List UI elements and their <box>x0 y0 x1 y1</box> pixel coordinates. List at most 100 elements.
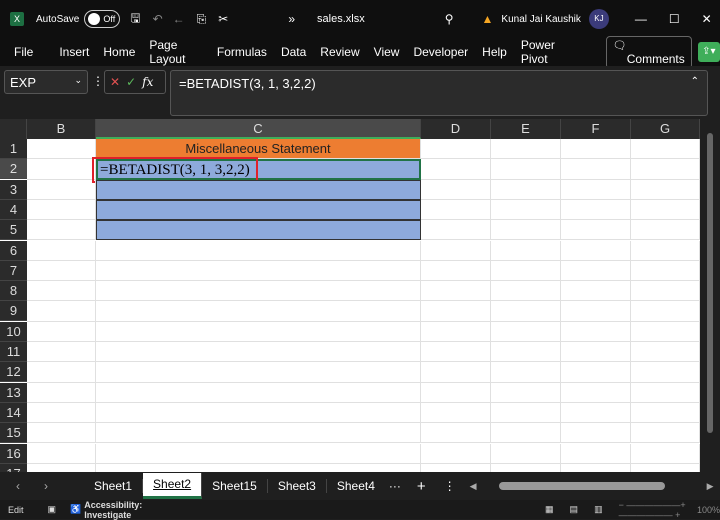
zoom-slider[interactable]: − ——————+—————— + <box>619 500 689 520</box>
back-icon[interactable]: ← <box>173 12 185 26</box>
cell-G12[interactable] <box>631 362 700 383</box>
cell-E13[interactable] <box>491 382 561 403</box>
cell-B10[interactable] <box>27 321 96 342</box>
cut-icon[interactable]: ✂ <box>218 12 228 26</box>
paste-icon[interactable]: ⎘ <box>197 12 207 27</box>
cell-D2[interactable] <box>421 159 491 180</box>
sheet-tab-sheet3[interactable]: Sheet3 <box>268 479 327 493</box>
cell-F9[interactable] <box>561 301 631 322</box>
more-sheets-icon[interactable]: ··· <box>389 479 401 493</box>
sheet-tab-sheet2[interactable]: Sheet2 <box>143 473 203 499</box>
cell-E1[interactable] <box>491 139 561 160</box>
cell-F11[interactable] <box>561 342 631 363</box>
cell-E2[interactable] <box>491 159 561 180</box>
cell-F17[interactable] <box>561 463 631 472</box>
cell-C15[interactable] <box>96 423 421 444</box>
cell-F8[interactable] <box>561 281 631 302</box>
sheet-tab-sheet1[interactable]: Sheet1 <box>84 479 144 493</box>
cell-C16[interactable] <box>96 443 421 464</box>
minimize-button[interactable]: — <box>635 12 647 26</box>
cell-F10[interactable] <box>561 321 631 342</box>
cell-E12[interactable] <box>491 362 561 383</box>
cell-E5[interactable] <box>491 220 561 241</box>
cell-D16[interactable] <box>421 443 491 464</box>
cell-D15[interactable] <box>421 423 491 444</box>
cell-E9[interactable] <box>491 301 561 322</box>
row-header-12[interactable]: 12 <box>0 362 27 383</box>
cell-D7[interactable] <box>421 260 491 282</box>
cell-D5[interactable] <box>421 220 491 241</box>
row-header-11[interactable]: 11 <box>0 342 27 362</box>
row-header-9[interactable]: 9 <box>0 301 27 322</box>
cell-C6[interactable] <box>96 240 421 261</box>
autosave-toggle[interactable]: Off <box>84 10 121 28</box>
cell-D17[interactable] <box>421 463 491 472</box>
cell-C5[interactable] <box>96 220 421 241</box>
horizontal-scrollbar[interactable]: ◀ ▶ <box>470 481 714 492</box>
cell-G16[interactable] <box>631 443 700 464</box>
comments-button[interactable]: 🗨 Comments <box>605 35 692 69</box>
tab-view[interactable]: View <box>374 45 400 59</box>
cell-C13[interactable] <box>96 382 421 403</box>
cell-E10[interactable] <box>491 321 561 342</box>
cell-B15[interactable] <box>27 423 96 444</box>
cell-D12[interactable] <box>421 362 491 383</box>
cell-G7[interactable] <box>631 260 700 282</box>
cell-E6[interactable] <box>491 240 561 261</box>
cell-D9[interactable] <box>421 301 491 322</box>
cell-C7[interactable] <box>96 260 421 282</box>
add-sheet-button[interactable]: + <box>417 478 426 495</box>
cell-F3[interactable] <box>561 179 631 200</box>
cell-B17[interactable] <box>27 463 96 472</box>
share-button[interactable]: ⇪▾ <box>697 42 720 62</box>
enter-icon[interactable]: ✓ <box>126 75 136 89</box>
cell-F2[interactable] <box>561 159 631 180</box>
cell-F6[interactable] <box>561 240 631 261</box>
cell-C2[interactable]: =BETADIST(3, 1, 3,2,2) <box>92 157 421 184</box>
accessibility-status[interactable]: Accessibility: Investigate <box>84 500 143 520</box>
cell-C10[interactable] <box>96 321 421 342</box>
name-box[interactable]: EXP ⌄ <box>4 70 88 94</box>
maximize-button[interactable]: ☐ <box>669 12 680 26</box>
cell-F12[interactable] <box>561 362 631 383</box>
search-icon[interactable]: ⚲ <box>445 12 454 26</box>
cell-D10[interactable] <box>421 321 491 342</box>
cell-D6[interactable] <box>421 240 491 261</box>
cell-E11[interactable] <box>491 342 561 363</box>
cell-G11[interactable] <box>631 342 700 363</box>
cell-E4[interactable] <box>491 199 561 221</box>
save-icon[interactable]: 🖫 <box>130 9 140 30</box>
tab-formulas[interactable]: Formulas <box>217 45 267 59</box>
cell-G3[interactable] <box>631 179 700 200</box>
select-all-corner[interactable] <box>0 119 27 139</box>
column-header-C[interactable]: C <box>96 119 421 139</box>
column-header-D[interactable]: D <box>421 119 491 139</box>
cell-B3[interactable] <box>27 179 96 200</box>
tab-developer[interactable]: Developer <box>413 45 468 59</box>
cell-C8[interactable] <box>96 281 421 302</box>
cell-G10[interactable] <box>631 321 700 342</box>
cell-B11[interactable] <box>27 342 96 363</box>
cancel-icon[interactable]: ✕ <box>110 75 120 89</box>
collapse-icon[interactable]: ⌃ <box>691 76 699 87</box>
cell-G8[interactable] <box>631 281 700 302</box>
sheet-tab-sheet4[interactable]: Sheet4 <box>327 479 385 493</box>
cell-E8[interactable] <box>491 281 561 302</box>
row-header-6[interactable]: 6 <box>0 240 27 261</box>
row-header-1[interactable]: 1 <box>0 139 27 159</box>
more-icon[interactable]: » <box>288 12 295 26</box>
cell-B2[interactable] <box>27 159 96 180</box>
cell-C11[interactable] <box>96 342 421 363</box>
cell-E15[interactable] <box>491 423 561 444</box>
cell-C14[interactable] <box>96 402 421 424</box>
cell-D1[interactable] <box>421 139 491 160</box>
cell-B12[interactable] <box>27 362 96 383</box>
column-header-E[interactable]: E <box>491 119 561 139</box>
filename[interactable]: sales.xlsx <box>317 13 365 25</box>
row-header-3[interactable]: 3 <box>0 179 27 200</box>
tab-page-layout[interactable]: Page Layout <box>149 38 203 66</box>
avatar[interactable]: KJ <box>588 9 609 29</box>
page-layout-view-icon[interactable]: ▤ <box>570 504 579 515</box>
column-header-F[interactable]: F <box>561 119 631 139</box>
cell-B6[interactable] <box>27 240 96 261</box>
